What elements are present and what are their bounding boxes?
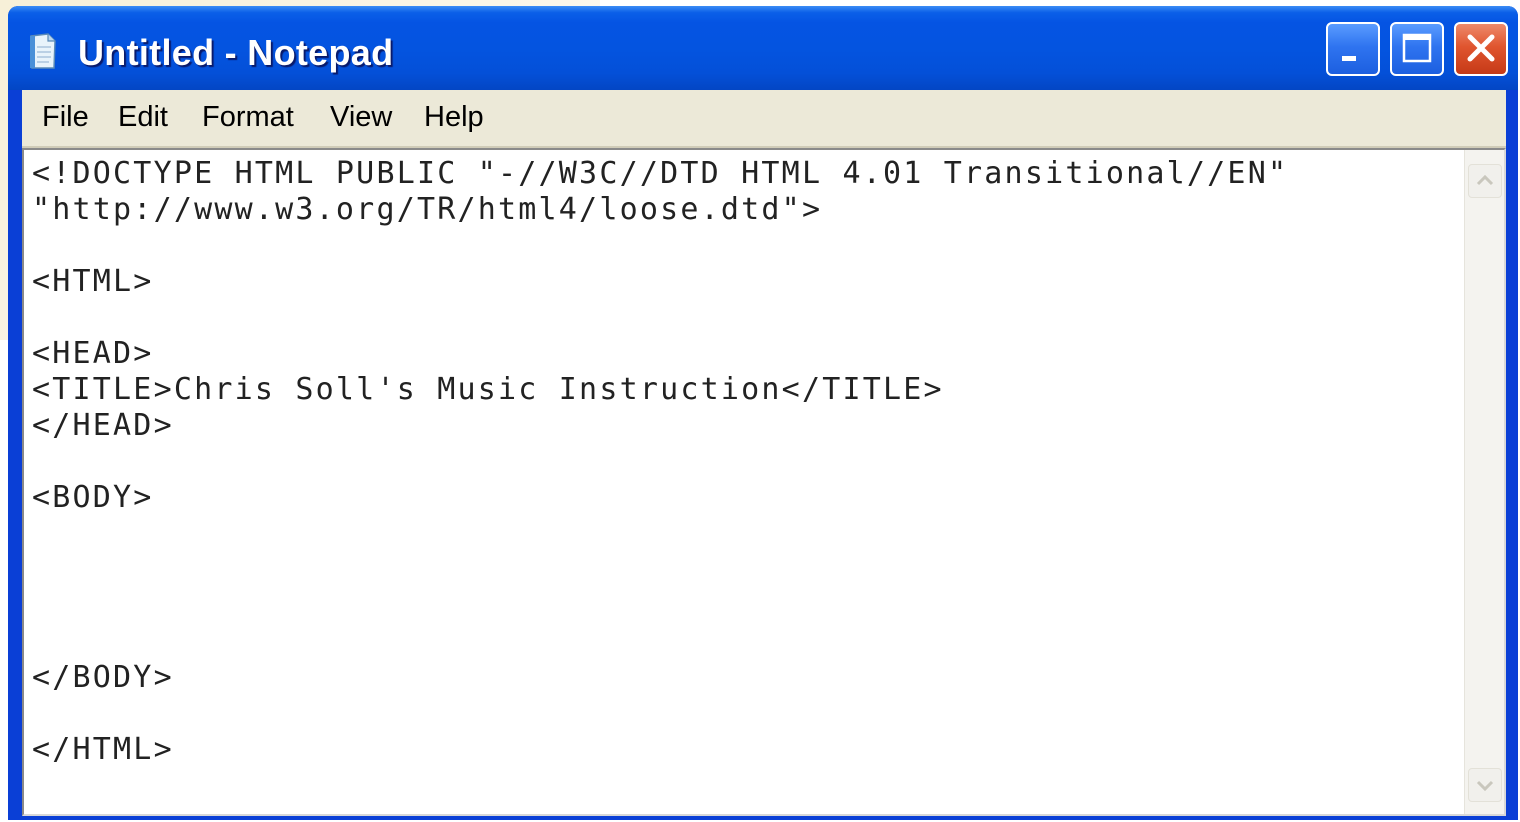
- close-button[interactable]: [1454, 22, 1508, 76]
- maximize-button[interactable]: [1390, 22, 1444, 76]
- notepad-icon[interactable]: [28, 32, 58, 70]
- editor-text[interactable]: <!DOCTYPE HTML PUBLIC "-//W3C//DTD HTML …: [32, 156, 1462, 808]
- minimize-icon: [1342, 56, 1356, 61]
- vertical-scrollbar[interactable]: [1464, 150, 1504, 814]
- text-editor[interactable]: <!DOCTYPE HTML PUBLIC "-//W3C//DTD HTML …: [22, 148, 1506, 816]
- menu-help[interactable]: Help: [420, 101, 488, 134]
- title-bar[interactable]: Untitled - Notepad: [8, 6, 1518, 90]
- close-icon: [1467, 34, 1495, 62]
- scroll-down-button[interactable]: [1468, 768, 1502, 802]
- menu-edit[interactable]: Edit: [114, 101, 172, 134]
- menu-file[interactable]: File: [38, 101, 93, 134]
- menu-view[interactable]: View: [326, 101, 396, 134]
- minimize-button[interactable]: [1326, 22, 1380, 76]
- scroll-up-arrow-icon: [1476, 174, 1494, 186]
- menu-bar: File Edit Format View Help: [22, 90, 1506, 148]
- window-title: Untitled - Notepad: [78, 32, 394, 73]
- scroll-down-arrow-icon: [1476, 780, 1494, 792]
- notepad-window: Untitled - Notepad File Edit Format View…: [8, 6, 1518, 820]
- maximize-icon: [1402, 33, 1432, 63]
- scroll-up-button[interactable]: [1468, 164, 1502, 198]
- menu-format[interactable]: Format: [198, 101, 298, 134]
